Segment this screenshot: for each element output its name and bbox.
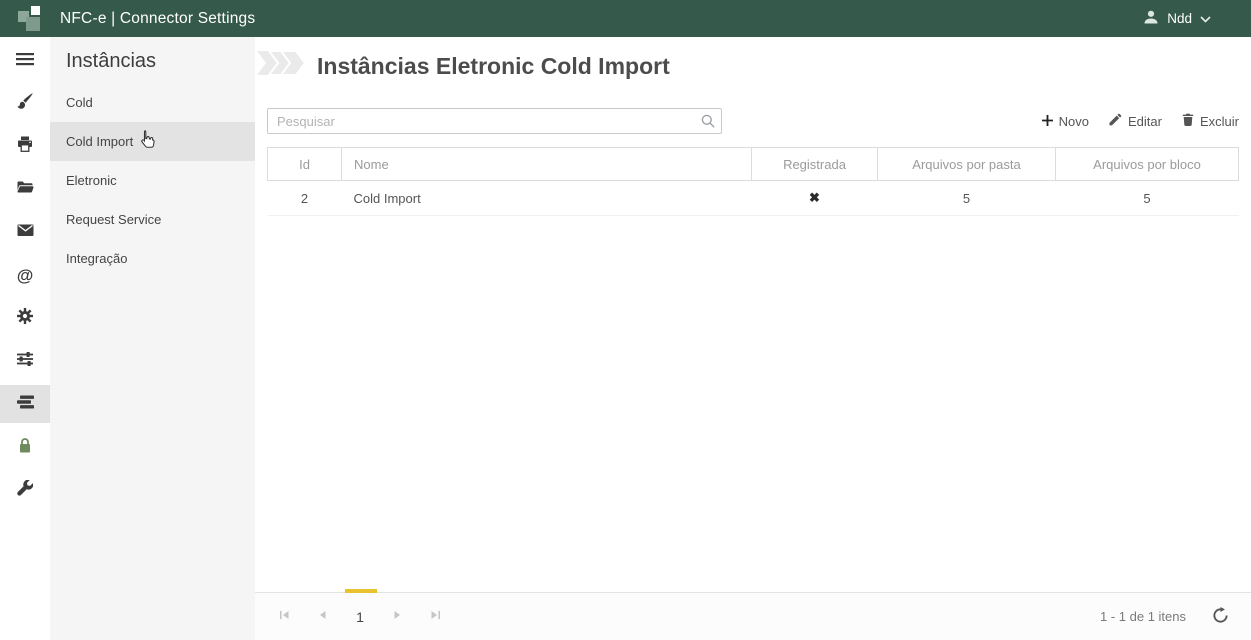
menu-icon	[16, 51, 34, 72]
column-header-arquivos-por-pasta[interactable]: Arquivos por pasta	[878, 148, 1056, 181]
pager-info: 1 - 1 de 1 itens	[1100, 609, 1186, 624]
toolbar-actions: Novo Editar Excluir	[1042, 113, 1239, 130]
table-row[interactable]: 2 Cold Import ✖ 5 5	[268, 181, 1239, 216]
page-number[interactable]: 1	[347, 604, 373, 630]
stream-icon	[17, 394, 34, 415]
sidebar-item-label: Cold Import	[66, 134, 133, 149]
novo-label: Novo	[1059, 114, 1089, 129]
sidebar-item-eletronic[interactable]: Eletronic	[50, 161, 255, 200]
sliders-icon	[17, 351, 33, 372]
app-logo	[18, 5, 48, 33]
next-page-icon	[392, 609, 404, 624]
folder-open-icon	[17, 179, 34, 199]
rail-item-menu[interactable]	[0, 43, 50, 79]
first-page-icon	[278, 609, 290, 624]
column-header-nome[interactable]: Nome	[342, 148, 752, 181]
refresh-button[interactable]	[1212, 607, 1229, 627]
rail-item-printer[interactable]	[0, 127, 50, 165]
editar-button[interactable]: Editar	[1109, 113, 1162, 129]
search-input[interactable]	[267, 108, 722, 134]
sidebar-item-label: Request Service	[66, 212, 161, 227]
excluir-label: Excluir	[1200, 114, 1239, 129]
rail-item-sliders[interactable]	[0, 342, 50, 380]
rail-item-tools[interactable]	[0, 471, 50, 509]
rail-item-folder[interactable]	[0, 170, 50, 208]
printer-icon	[17, 136, 33, 157]
app-title: NFC-e | Connector Settings	[60, 10, 255, 28]
chevron-down-icon	[1200, 11, 1211, 26]
sidebar-title: Instâncias	[66, 50, 255, 73]
previous-page-button[interactable]	[309, 604, 335, 630]
pager-right: 1 - 1 de 1 itens	[1100, 607, 1229, 627]
page-header: Instâncias Eletronic Cold Import	[255, 37, 1251, 95]
app-window: NFC-e | Connector Settings Ndd	[0, 0, 1251, 640]
user-name: Ndd	[1167, 11, 1192, 26]
cell-arquivos-por-pasta: 5	[878, 181, 1056, 216]
previous-page-icon	[316, 609, 328, 624]
data-grid: Id Nome Registrada Arquivos por pasta Ar…	[267, 147, 1239, 592]
sidebar-item-request-service[interactable]: Request Service	[50, 200, 255, 239]
sidebar-item-cold[interactable]: Cold	[50, 83, 255, 122]
wrench-icon	[17, 480, 33, 501]
editar-label: Editar	[1128, 114, 1162, 129]
trash-icon	[1182, 113, 1194, 130]
column-header-arquivos-por-bloco[interactable]: Arquivos por bloco	[1056, 148, 1239, 181]
last-page-button[interactable]	[423, 604, 449, 630]
rail-item-at-sign[interactable]: @	[0, 256, 50, 294]
cell-arquivos-por-bloco: 5	[1056, 181, 1239, 216]
rail-item-instances[interactable]	[0, 385, 50, 423]
sidebar-list: Cold Cold Import Eletronic Request Servi…	[50, 83, 255, 278]
cell-id: 2	[268, 181, 342, 216]
cell-registrada: ✖	[752, 181, 878, 216]
icon-rail: @	[0, 37, 50, 640]
grid-toolbar: Novo Editar Excluir	[267, 108, 1239, 134]
next-page-button[interactable]	[385, 604, 411, 630]
search-box	[267, 108, 722, 134]
layered-arrows-icon	[257, 45, 309, 94]
user-icon	[1143, 9, 1159, 28]
lock-icon	[17, 437, 33, 458]
rail-item-envelope[interactable]	[0, 213, 50, 251]
paint-brush-icon	[17, 93, 33, 114]
pager: 1 1 - 1 de 1 itens	[255, 592, 1251, 640]
cell-nome: Cold Import	[342, 181, 752, 216]
sidebar-item-label: Integração	[66, 251, 127, 266]
envelope-icon	[17, 223, 34, 242]
sidebar: Instâncias Cold Cold Import Eletronic Re…	[50, 37, 255, 640]
user-menu[interactable]: Ndd	[1143, 9, 1251, 28]
topbar: NFC-e | Connector Settings Ndd	[0, 0, 1251, 37]
sidebar-item-cold-import[interactable]: Cold Import	[50, 122, 255, 161]
gear-icon	[17, 308, 33, 329]
sidebar-item-label: Eletronic	[66, 173, 117, 188]
grid-header-row: Id Nome Registrada Arquivos por pasta Ar…	[268, 148, 1239, 181]
shell: @ Instâncias Cold Cold Import	[0, 37, 1251, 640]
novo-button[interactable]: Novo	[1042, 114, 1089, 129]
main-content: Instâncias Eletronic Cold Import Novo	[255, 37, 1251, 640]
plus-icon	[1042, 114, 1053, 129]
rail-item-paint-brush[interactable]	[0, 84, 50, 122]
sidebar-item-label: Cold	[66, 95, 93, 110]
column-header-registrada[interactable]: Registrada	[752, 148, 878, 181]
refresh-icon	[1212, 607, 1229, 627]
page-title: Instâncias Eletronic Cold Import	[317, 53, 670, 80]
rail-item-settings[interactable]	[0, 299, 50, 337]
excluir-button[interactable]: Excluir	[1182, 113, 1239, 130]
pager-accent-bar	[345, 589, 377, 593]
last-page-icon	[430, 609, 442, 624]
search-icon	[701, 114, 715, 133]
pencil-icon	[1109, 113, 1122, 129]
sidebar-item-integracao[interactable]: Integração	[50, 239, 255, 278]
first-page-button[interactable]	[271, 604, 297, 630]
rail-item-security[interactable]	[0, 428, 50, 466]
at-sign-icon: @	[17, 267, 34, 284]
column-header-id[interactable]: Id	[268, 148, 342, 181]
